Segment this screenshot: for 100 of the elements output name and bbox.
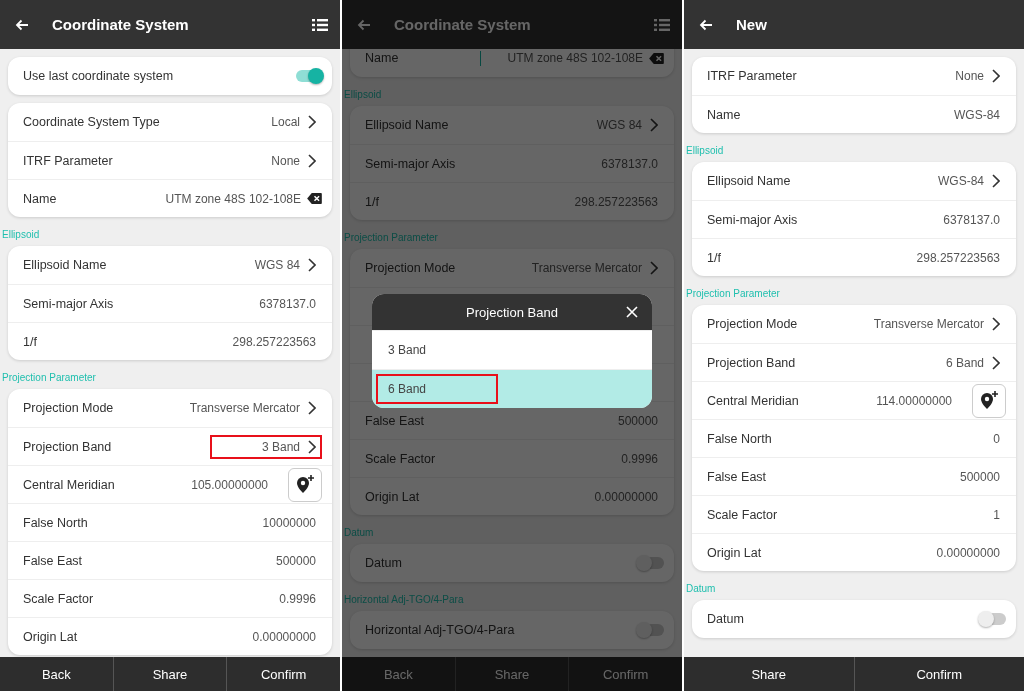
- location-pin-button[interactable]: [972, 383, 1006, 418]
- setting-value: WGS-84: [954, 107, 1000, 122]
- setting-label: Projection Band: [707, 355, 797, 370]
- setting-label: Name: [365, 51, 400, 65]
- section-heading: Ellipsoid: [344, 89, 383, 100]
- chevron-right-icon[interactable]: [992, 174, 1000, 188]
- setting-value: 0: [993, 431, 1000, 446]
- setting-value: 6378137.0: [601, 156, 658, 171]
- setting-label: False North: [707, 431, 773, 446]
- option-label: 3 Band: [387, 342, 428, 359]
- setting-label: Origin Lat: [365, 489, 421, 504]
- setting-label: Ellipsoid Name: [707, 174, 792, 188]
- setting-value: 500000: [617, 413, 658, 428]
- setting-label: Coordinate System Type: [23, 115, 161, 129]
- setting-value: 500000: [275, 553, 316, 568]
- setting-value: 6378137.0: [943, 212, 1000, 227]
- setting-label: Semi-major Axis: [23, 296, 115, 311]
- setting-value: 0.00000000: [936, 545, 1000, 560]
- setting-value: WGS 84: [596, 118, 642, 132]
- setting-value: 298.257223563: [916, 250, 1000, 265]
- setting-value: 1: [993, 507, 1000, 522]
- setting-value: Local: [271, 115, 300, 129]
- setting-label: Use last coordinate system: [23, 69, 175, 83]
- setting-label: Scale Factor: [365, 451, 437, 466]
- setting-label: Origin Lat: [707, 545, 763, 560]
- setting-label: 1/f: [707, 250, 722, 265]
- setting-label: Central Meridian: [707, 393, 800, 408]
- setting-label: Semi-major Axis: [707, 212, 799, 227]
- option-item[interactable]: 6 Band: [372, 369, 652, 408]
- setting-label: Datum: [707, 612, 745, 626]
- setting-label: False East: [707, 469, 768, 484]
- setting-value: None: [271, 153, 300, 168]
- setting-value: 105.00000000: [191, 477, 268, 492]
- toggle-switch[interactable]: [980, 613, 1006, 625]
- list-menu-icon[interactable]: [312, 17, 328, 32]
- setting-value: 114.00000000: [876, 393, 952, 408]
- setting-label: Origin Lat: [23, 629, 79, 644]
- dialog-title: Projection Band: [466, 304, 558, 320]
- chevron-right-icon[interactable]: [992, 317, 1000, 331]
- setting-value: 500000: [959, 469, 1000, 484]
- setting-value: 298.257223563: [574, 194, 658, 209]
- chevron-right-icon[interactable]: [308, 401, 316, 415]
- chevron-right-icon[interactable]: [308, 439, 316, 454]
- setting-value: 0.00000000: [594, 489, 658, 504]
- screen-title: New: [736, 16, 768, 33]
- setting-label: Name: [23, 191, 58, 206]
- setting-label: ITRF Parameter: [23, 153, 114, 168]
- setting-value: Transverse Mercator: [189, 401, 300, 415]
- pin-plus-icon: [979, 390, 999, 411]
- setting-label: Name: [707, 107, 742, 122]
- setting-value: WGS 84: [254, 258, 300, 272]
- close-icon[interactable]: [626, 306, 638, 318]
- chevron-right-icon[interactable]: [992, 69, 1000, 83]
- section-heading: Projection Parameter: [686, 288, 781, 299]
- pin-plus-icon: [295, 474, 315, 495]
- section-heading: Datum: [344, 527, 375, 538]
- setting-value: 3 Band: [261, 439, 300, 454]
- section-heading: Ellipsoid: [686, 145, 725, 156]
- section-heading: Datum: [686, 583, 717, 594]
- setting-label: 1/f: [365, 194, 380, 209]
- section-heading: Ellipsoid: [2, 229, 41, 240]
- setting-label: Projection Mode: [707, 317, 799, 331]
- setting-label: False East: [23, 553, 84, 568]
- setting-label: Datum: [365, 556, 403, 570]
- screen-title: Coordinate System: [394, 16, 532, 33]
- setting-label: Scale Factor: [707, 507, 779, 522]
- section-heading: Projection Parameter: [2, 372, 97, 383]
- setting-value: WGS-84: [938, 174, 984, 188]
- setting-value: 6 Band: [945, 355, 984, 370]
- setting-label: Horizontal Adj-TGO/4-Para: [365, 623, 516, 637]
- setting-label: False North: [23, 515, 89, 530]
- toggle-switch[interactable]: [638, 624, 664, 636]
- chevron-right-icon[interactable]: [992, 355, 1000, 370]
- name-field[interactable]: UTM zone 48S 102-108E: [139, 191, 301, 206]
- setting-label: False East: [365, 413, 426, 428]
- section-heading: Projection Parameter: [344, 232, 439, 243]
- chevron-right-icon[interactable]: [308, 153, 316, 168]
- toggle-switch[interactable]: [638, 557, 664, 569]
- setting-label: Projection Mode: [365, 261, 457, 275]
- setting-label: Ellipsoid Name: [365, 118, 450, 132]
- setting-value: 10000000: [262, 515, 316, 530]
- screen-title: Coordinate System: [52, 16, 190, 33]
- setting-label: Ellipsoid Name: [23, 258, 108, 272]
- section-heading: Horizontal Adj-TGO/4-Para: [344, 594, 465, 605]
- setting-value: 298.257223563: [232, 334, 316, 349]
- setting-label: 1/f: [23, 334, 38, 349]
- setting-value: 6378137.0: [259, 296, 316, 311]
- setting-value: None: [955, 69, 984, 83]
- setting-label: Central Meridian: [23, 477, 116, 492]
- setting-value: Transverse Mercator: [873, 317, 984, 331]
- chevron-right-icon[interactable]: [308, 115, 316, 129]
- option-label: 6 Band: [376, 374, 499, 404]
- location-pin-button[interactable]: [288, 467, 322, 502]
- setting-value: 0.9996: [621, 451, 658, 466]
- chevron-right-icon[interactable]: [308, 258, 316, 272]
- setting-label: Semi-major Axis: [365, 156, 457, 171]
- toggle-switch[interactable]: [296, 70, 322, 82]
- clear-text-icon[interactable]: [307, 193, 322, 204]
- setting-label: Projection Band: [23, 439, 113, 454]
- setting-value: 0.00000000: [252, 629, 316, 644]
